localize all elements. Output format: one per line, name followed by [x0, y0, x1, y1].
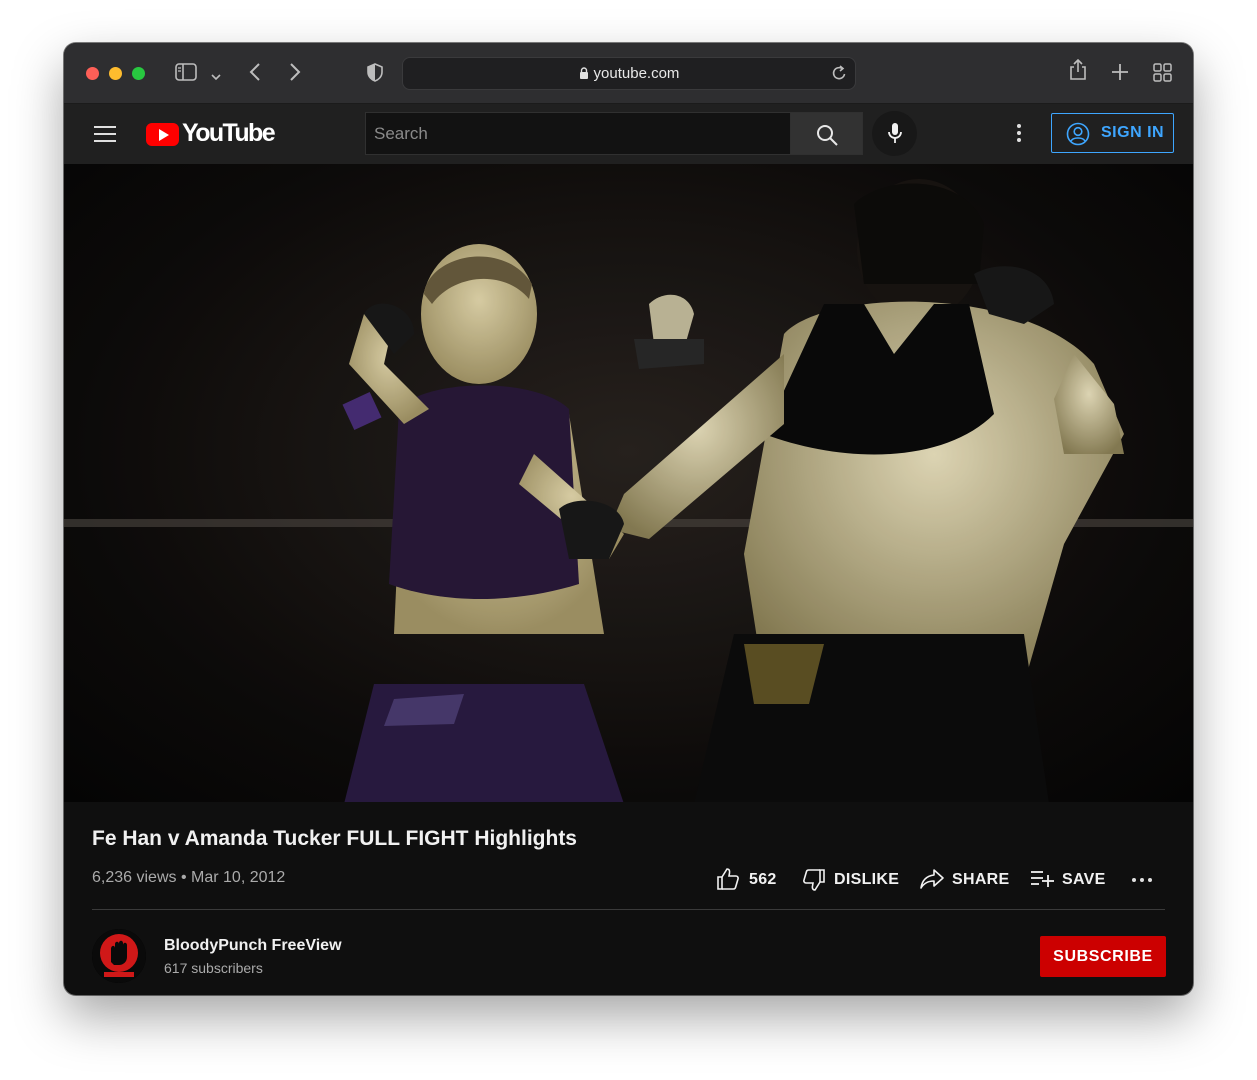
browser-window: youtube.com YouTube Search SIGN IN Fe Ha… — [64, 43, 1193, 995]
minimize-window-button[interactable] — [109, 67, 122, 80]
chevron-down-icon[interactable] — [211, 68, 221, 86]
microphone-icon — [887, 122, 903, 150]
like-count: 562 — [749, 871, 777, 888]
logo-text: YouTube — [182, 119, 276, 147]
share-arrow-icon — [920, 868, 945, 895]
menu-icon[interactable] — [94, 126, 116, 142]
url-text: youtube.com — [593, 65, 680, 82]
new-tab-icon[interactable] — [1111, 63, 1129, 86]
save-label: SAVE — [1062, 871, 1106, 888]
view-count: 6,236 views — [92, 869, 177, 886]
divider — [92, 909, 1165, 910]
settings-more-icon[interactable] — [1013, 124, 1025, 144]
search-input[interactable] — [365, 112, 790, 155]
thumbs-up-icon — [716, 867, 740, 896]
like-button[interactable]: 562 — [716, 865, 786, 891]
sign-in-label: SIGN IN — [1101, 124, 1165, 141]
share-button[interactable]: SHARE — [920, 865, 1015, 891]
lock-icon — [579, 67, 589, 84]
video-meta: 6,236 views • Mar 10, 2012 — [92, 869, 285, 887]
forward-icon[interactable] — [289, 63, 301, 86]
address-bar[interactable]: youtube.com — [402, 57, 856, 90]
sidebar-toggle-icon[interactable] — [175, 63, 197, 86]
reload-icon[interactable] — [832, 65, 847, 86]
meta-separator: • — [180, 869, 187, 886]
thumbs-down-icon — [802, 868, 826, 897]
voice-search-button[interactable] — [872, 111, 917, 156]
video-player[interactable] — [64, 164, 1193, 802]
share-label: SHARE — [952, 871, 1010, 888]
video-title: Fe Han v Amanda Tucker FULL FIGHT Highli… — [92, 827, 577, 850]
youtube-header: YouTube SIGN IN — [64, 104, 1193, 164]
zoom-window-button[interactable] — [132, 67, 145, 80]
channel-avatar[interactable] — [92, 929, 146, 983]
youtube-play-icon — [146, 123, 179, 146]
more-actions-icon[interactable] — [1132, 878, 1154, 884]
dislike-label: DISLIKE — [834, 871, 900, 888]
video-thumbnail-image — [64, 164, 1193, 802]
subscriber-count: 617 subscribers — [164, 960, 263, 976]
search-button[interactable] — [790, 112, 863, 155]
back-icon[interactable] — [249, 63, 261, 86]
upload-date: Mar 10, 2012 — [191, 869, 286, 886]
search-icon — [816, 124, 838, 151]
tab-overview-icon[interactable] — [1153, 63, 1172, 87]
share-icon[interactable] — [1069, 58, 1087, 86]
close-window-button[interactable] — [86, 67, 99, 80]
sign-in-button[interactable]: SIGN IN — [1051, 113, 1174, 153]
dislike-button[interactable]: DISLIKE — [802, 865, 902, 891]
privacy-shield-icon[interactable] — [367, 63, 383, 87]
account-circle-icon — [1066, 122, 1090, 151]
subscribe-button[interactable]: SUBSCRIBE — [1040, 936, 1166, 977]
save-button[interactable]: SAVE — [1030, 865, 1110, 891]
channel-name[interactable]: BloodyPunch FreeView — [164, 937, 342, 955]
add-to-playlist-icon — [1030, 870, 1054, 893]
browser-toolbar: youtube.com — [64, 43, 1193, 104]
